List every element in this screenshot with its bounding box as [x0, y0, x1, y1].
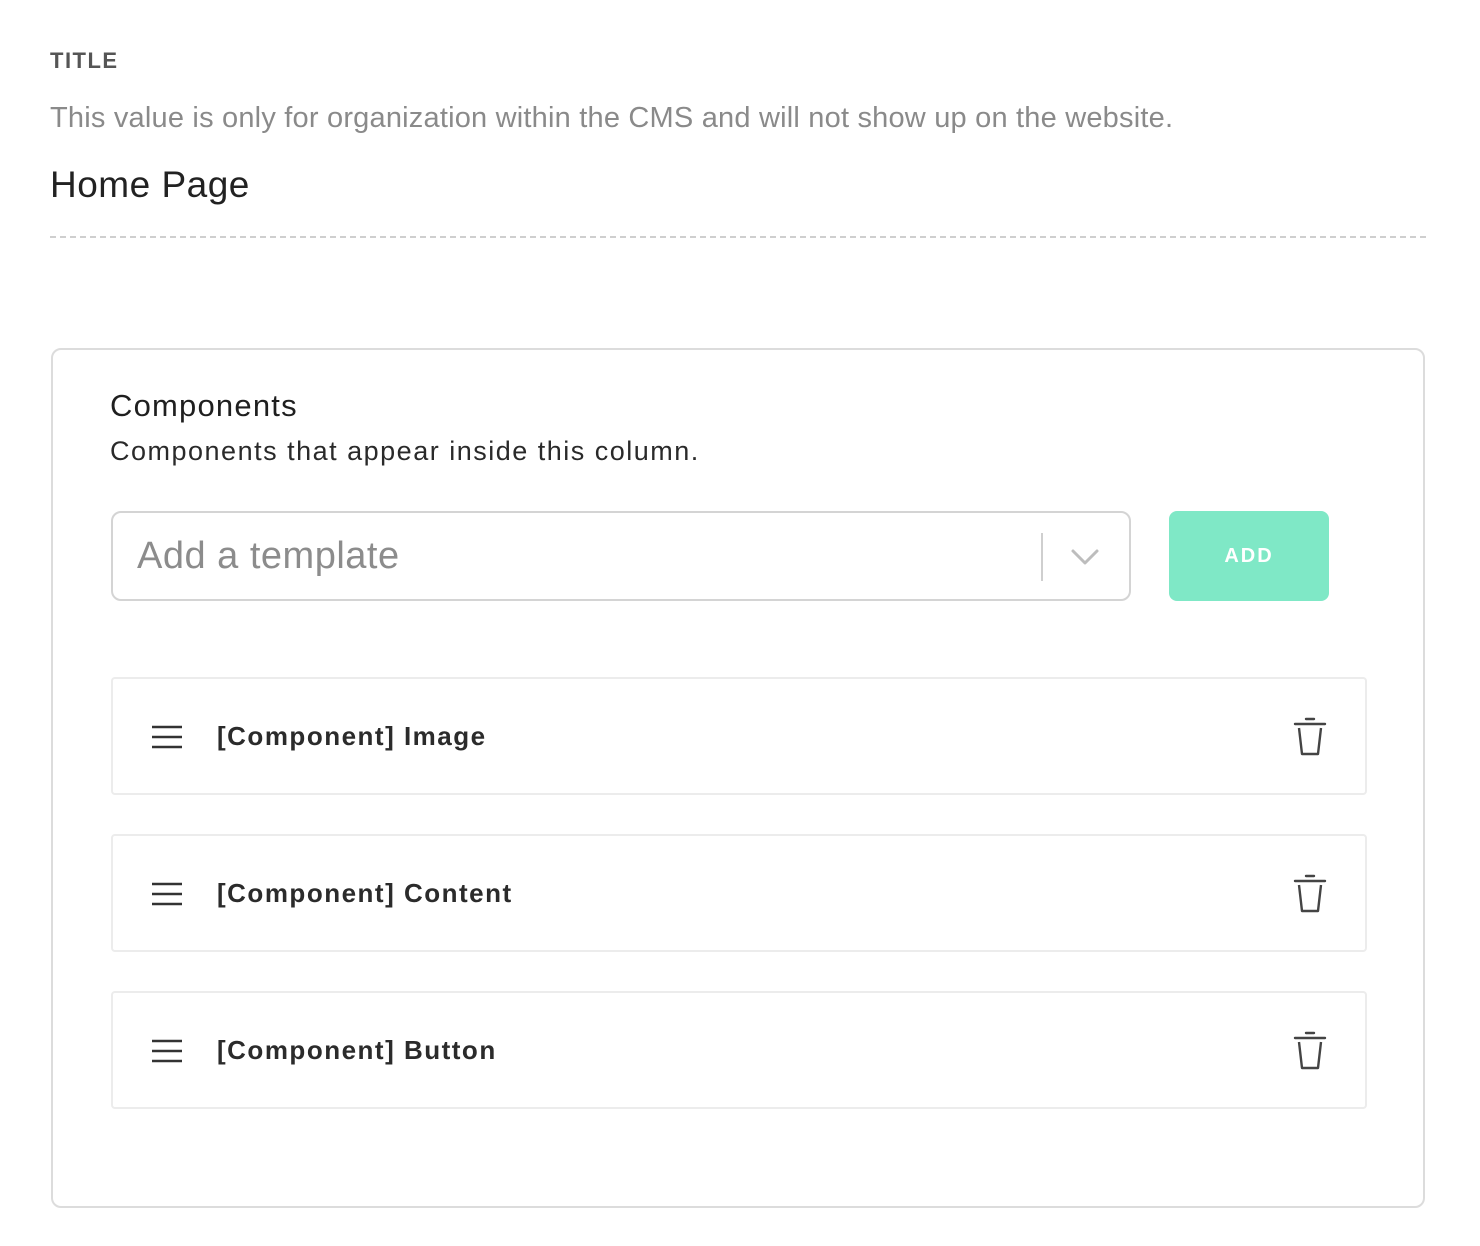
list-item[interactable]: [Component] Content — [111, 834, 1367, 952]
list-item[interactable]: [Component] Button — [111, 991, 1367, 1109]
template-select-placeholder: Add a template — [137, 535, 400, 577]
chevron-down-icon[interactable] — [1067, 539, 1103, 575]
list-item-label: [Component] Button — [217, 1035, 497, 1065]
add-button[interactable]: ADD — [1169, 511, 1329, 601]
components-panel: Components Components that appear inside… — [51, 348, 1425, 1208]
template-select[interactable]: Add a template — [111, 511, 1131, 601]
trash-icon[interactable] — [1293, 1031, 1327, 1071]
trash-icon[interactable] — [1293, 717, 1327, 757]
components-heading: Components — [110, 388, 298, 423]
list-item-label: [Component] Content — [217, 878, 513, 908]
list-item-label: [Component] Image — [217, 721, 487, 751]
drag-handle-icon[interactable] — [151, 880, 183, 908]
components-description: Components that appear inside this colum… — [110, 436, 700, 466]
page: TITLE This value is only for organizatio… — [0, 0, 1480, 1246]
title-field-help-text: This value is only for organization with… — [50, 102, 1174, 134]
list-item[interactable]: [Component] Image — [111, 677, 1367, 795]
drag-handle-icon[interactable] — [151, 1037, 183, 1065]
title-field-label: TITLE — [50, 48, 119, 73]
drag-handle-icon[interactable] — [151, 723, 183, 751]
title-input-underline — [50, 236, 1426, 238]
select-separator — [1041, 533, 1043, 581]
components-list: [Component] Image [Component] Content [C… — [111, 677, 1367, 1148]
trash-icon[interactable] — [1293, 874, 1327, 914]
title-input[interactable]: Home Page — [50, 164, 250, 206]
